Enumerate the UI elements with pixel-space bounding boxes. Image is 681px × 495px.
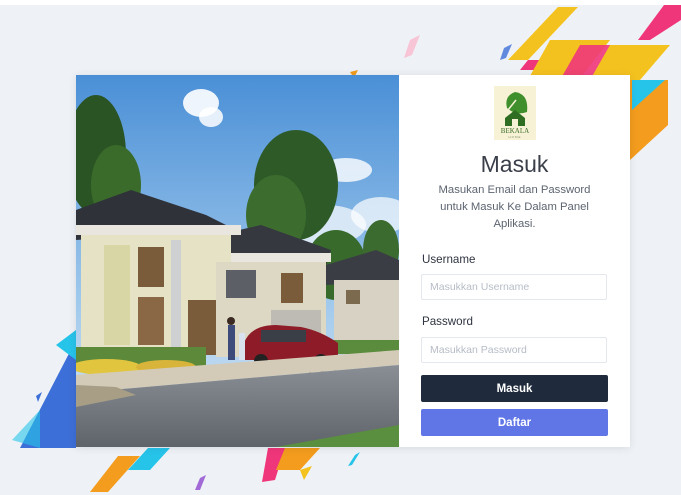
username-input[interactable] — [421, 274, 607, 300]
page-title: Masuk — [480, 151, 549, 177]
leaf-house-logo: BEKALA HOME — [494, 86, 536, 140]
house-illustration — [76, 75, 399, 447]
password-input[interactable] — [421, 337, 607, 363]
login-panel: BEKALA HOME Masuk Masukan Email dan Pass… — [399, 75, 630, 447]
login-card: BEKALA HOME Masuk Masukan Email dan Pass… — [76, 75, 630, 447]
logo-subtext: HOME — [508, 135, 522, 139]
username-label: Username — [422, 253, 476, 266]
page-subtitle: Masukan Email dan Password untuk Masuk K… — [438, 184, 591, 230]
logo-text: BEKALA — [500, 127, 530, 135]
register-button[interactable]: Daftar — [421, 409, 608, 436]
password-label: Password — [422, 315, 473, 328]
login-button[interactable]: Masuk — [421, 375, 608, 402]
